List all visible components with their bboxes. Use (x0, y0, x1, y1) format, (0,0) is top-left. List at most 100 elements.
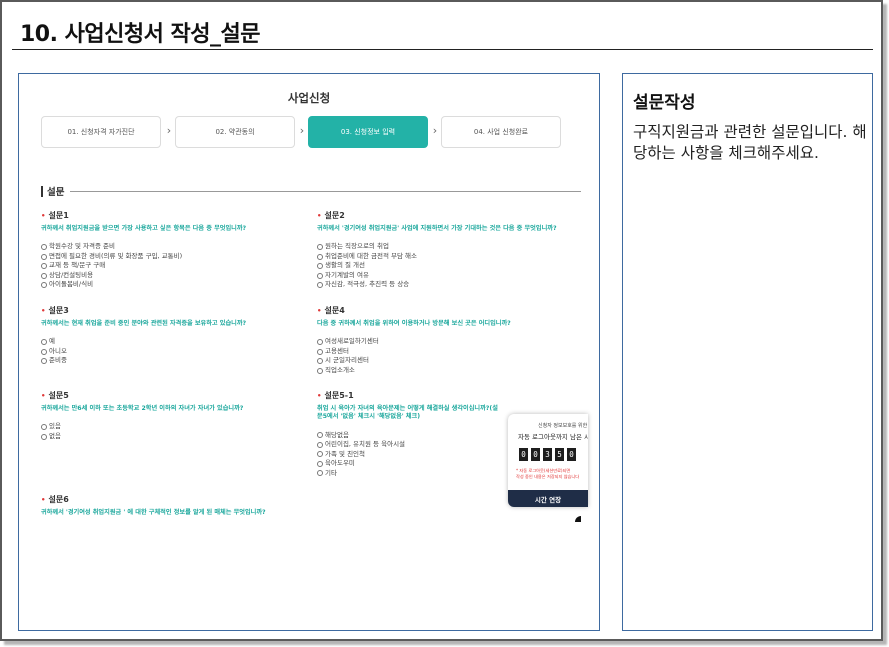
required-dot-icon: • (317, 307, 322, 315)
radio-option[interactable]: 해당없음 (317, 431, 502, 441)
radio-option[interactable]: 있음 (41, 422, 311, 432)
panel-description: 구직지원금과 관련한 설문입니다. 해당하는 사항을 체크해주세요. (633, 123, 867, 162)
radio-option[interactable]: 원하는 직장으로의 취업 (317, 242, 587, 252)
radio-icon[interactable] (41, 263, 47, 270)
countdown-digit: 3 (543, 448, 552, 461)
radio-icon[interactable] (317, 441, 323, 448)
radio-icon[interactable] (317, 272, 323, 279)
countdown-digit: 0 (567, 448, 576, 461)
step-2: 02. 약관동의 (175, 116, 295, 148)
radio-option[interactable]: 아이돌봄비/식비 (41, 280, 311, 290)
section-bar (41, 185, 43, 197)
radio-option[interactable]: 기타 (317, 469, 502, 479)
app-title: 사업신청 (287, 91, 331, 105)
question-text: 귀하께서는 만6세 이하 또는 초등학교 2학년 이하의 자녀가 자녀가 있습니… (41, 405, 244, 412)
panel-title: 설문작성 (633, 93, 696, 113)
question-2: • 설문2 귀하께서 '경기여성 취업지원금' 사업에 지원하면서 가장 기대하는… (317, 210, 587, 290)
question-title: 설문3 (48, 306, 69, 315)
radio-option[interactable]: 어린이집, 유치원 등 육아시설 (317, 440, 502, 450)
screenshot-frame: 사업신청 01. 신청자격 자가진단 › 02. 약관동의 › 03. 신청정보… (18, 73, 600, 631)
step-4: 04. 사업 신청완료 (441, 116, 561, 148)
question-title: 설문2 (324, 211, 345, 220)
radio-icon[interactable] (317, 263, 323, 270)
logout-warning: * 자동 로그아웃(세션만료)되면 작성 중인 내용은 저장되지 않습니다 (516, 468, 580, 480)
required-dot-icon: • (41, 392, 46, 400)
radio-icon[interactable] (41, 244, 47, 251)
question-text: 귀하께서 '경기여성 취업지원금 ' 에 대한 구체적인 정보를 알게 된 매체… (41, 509, 266, 516)
extend-time-button[interactable]: 시간 연장 (508, 490, 588, 507)
question-text: 귀하께서 '경기여성 취업지원금' 사업에 지원하면서 가장 기대하는 것은 다… (317, 225, 557, 232)
radio-option[interactable]: 아니오 (41, 347, 311, 357)
scroll-corner-icon (575, 516, 581, 522)
radio-icon[interactable] (41, 433, 47, 440)
radio-option[interactable]: 없음 (41, 432, 311, 442)
radio-icon[interactable] (317, 367, 323, 374)
radio-icon[interactable] (317, 253, 323, 260)
question-text: 다음 중 귀하께서 취업을 위하여 이용하거나 방문해 보신 곳은 어디입니까? (317, 320, 511, 327)
radio-icon[interactable] (317, 348, 323, 355)
radio-icon[interactable] (317, 470, 323, 477)
radio-icon[interactable] (41, 272, 47, 279)
required-dot-icon: • (317, 212, 322, 220)
description-panel: 설문작성 구직지원금과 관련한 설문입니다. 해당하는 사항을 체크해주세요. (622, 73, 873, 631)
radio-option[interactable]: 예 (41, 337, 311, 347)
radio-option[interactable]: 시 군일자리센터 (317, 356, 587, 366)
radio-icon[interactable] (41, 282, 47, 289)
radio-icon[interactable] (41, 348, 47, 355)
radio-icon[interactable] (41, 424, 47, 431)
slide: 10. 사업신청서 작성_설문 사업신청 01. 신청자격 자가진단 › 02.… (0, 0, 883, 641)
radio-option[interactable]: 자신감, 적극성, 추진력 등 상승 (317, 280, 587, 290)
step-3-active: 03. 신청정보 입력 (308, 116, 428, 148)
section-header: 설문 (41, 184, 581, 198)
title-divider (12, 49, 873, 50)
radio-icon[interactable] (317, 460, 323, 467)
question-title: 설문5-1 (324, 391, 354, 400)
radio-option[interactable]: 직업소개소 (317, 366, 587, 376)
required-dot-icon: • (41, 212, 46, 220)
radio-option[interactable]: 여성새로일하기센터 (317, 337, 587, 347)
question-title: 설문4 (324, 306, 345, 315)
required-dot-icon: • (41, 307, 46, 315)
countdown-digit: 5 (555, 448, 564, 461)
question-4: • 설문4 다음 중 귀하께서 취업을 위하여 이용하거나 방문해 보신 곳은 어… (317, 305, 587, 375)
radio-option[interactable]: 교재 등 책/문구 구매 (41, 261, 311, 271)
question-6: • 설문6 귀하께서 '경기여성 취업지원금 ' 에 대한 구체적인 정보를 알게… (41, 494, 441, 526)
step-1: 01. 신청자격 자가진단 (41, 116, 161, 148)
radio-option[interactable]: 취업준비에 대한 금전적 부담 해소 (317, 252, 587, 262)
radio-icon[interactable] (317, 451, 323, 458)
required-dot-icon: • (317, 392, 322, 400)
page-title: 10. 사업신청서 작성_설문 (20, 22, 260, 47)
radio-icon[interactable] (317, 282, 323, 289)
question-title: 설문1 (48, 211, 69, 220)
countdown-digit: 0 (519, 448, 528, 461)
radio-option[interactable]: 준비중 (41, 356, 311, 366)
radio-option[interactable]: 학원수강 및 자격증 준비 (41, 242, 311, 252)
required-dot-icon: • (41, 496, 46, 504)
radio-icon[interactable] (41, 339, 47, 346)
radio-icon[interactable] (317, 244, 323, 251)
question-5-1: • 설문5-1 취업 시 육아가 자녀의 육아문제는 어떻게 해결하실 생각이십니… (317, 390, 502, 478)
radio-icon[interactable] (41, 253, 47, 260)
radio-icon[interactable] (41, 358, 47, 365)
popup-remaining-label: 자동 로그아웃까지 남은 시 (518, 433, 588, 441)
radio-option[interactable]: 상담/컨설팅비용 (41, 271, 311, 281)
chevron-right-icon: › (166, 124, 172, 137)
radio-option[interactable]: 면접에 필요한 경비(의류 및 화장품 구입, 교통비) (41, 252, 311, 262)
radio-icon[interactable] (317, 339, 323, 346)
chevron-right-icon: › (432, 124, 438, 137)
question-5: • 설문5 귀하께서는 만6세 이하 또는 초등학교 2학년 이하의 자녀가 자녀… (41, 390, 311, 441)
radio-option[interactable]: 자기계발의 여유 (317, 271, 587, 281)
step-progress: 01. 신청자격 자가진단 › 02. 약관동의 › 03. 신청정보 입력 ›… (41, 116, 581, 150)
question-title: 설문6 (48, 495, 69, 504)
radio-icon[interactable] (317, 358, 323, 365)
countdown-digits: 0 0 3 5 0 (519, 448, 576, 461)
radio-option[interactable]: 육아도우미 (317, 459, 502, 469)
radio-option[interactable]: 고용센터 (317, 347, 587, 357)
radio-icon[interactable] (317, 432, 323, 439)
question-text: 귀하께서는 현재 취업을 준비 중인 분야와 관련된 자격증을 보유하고 있습니… (41, 320, 247, 327)
radio-option[interactable]: 생활의 질 개선 (317, 261, 587, 271)
radio-option[interactable]: 가족 및 친인척 (317, 450, 502, 460)
popup-caption: 신청자 정보보호를 위한 (538, 423, 588, 429)
session-timer-popup: 신청자 정보보호를 위한 자동 로그아웃까지 남은 시 0 0 3 5 0 * … (508, 414, 588, 507)
question-title: 설문5 (48, 391, 69, 400)
